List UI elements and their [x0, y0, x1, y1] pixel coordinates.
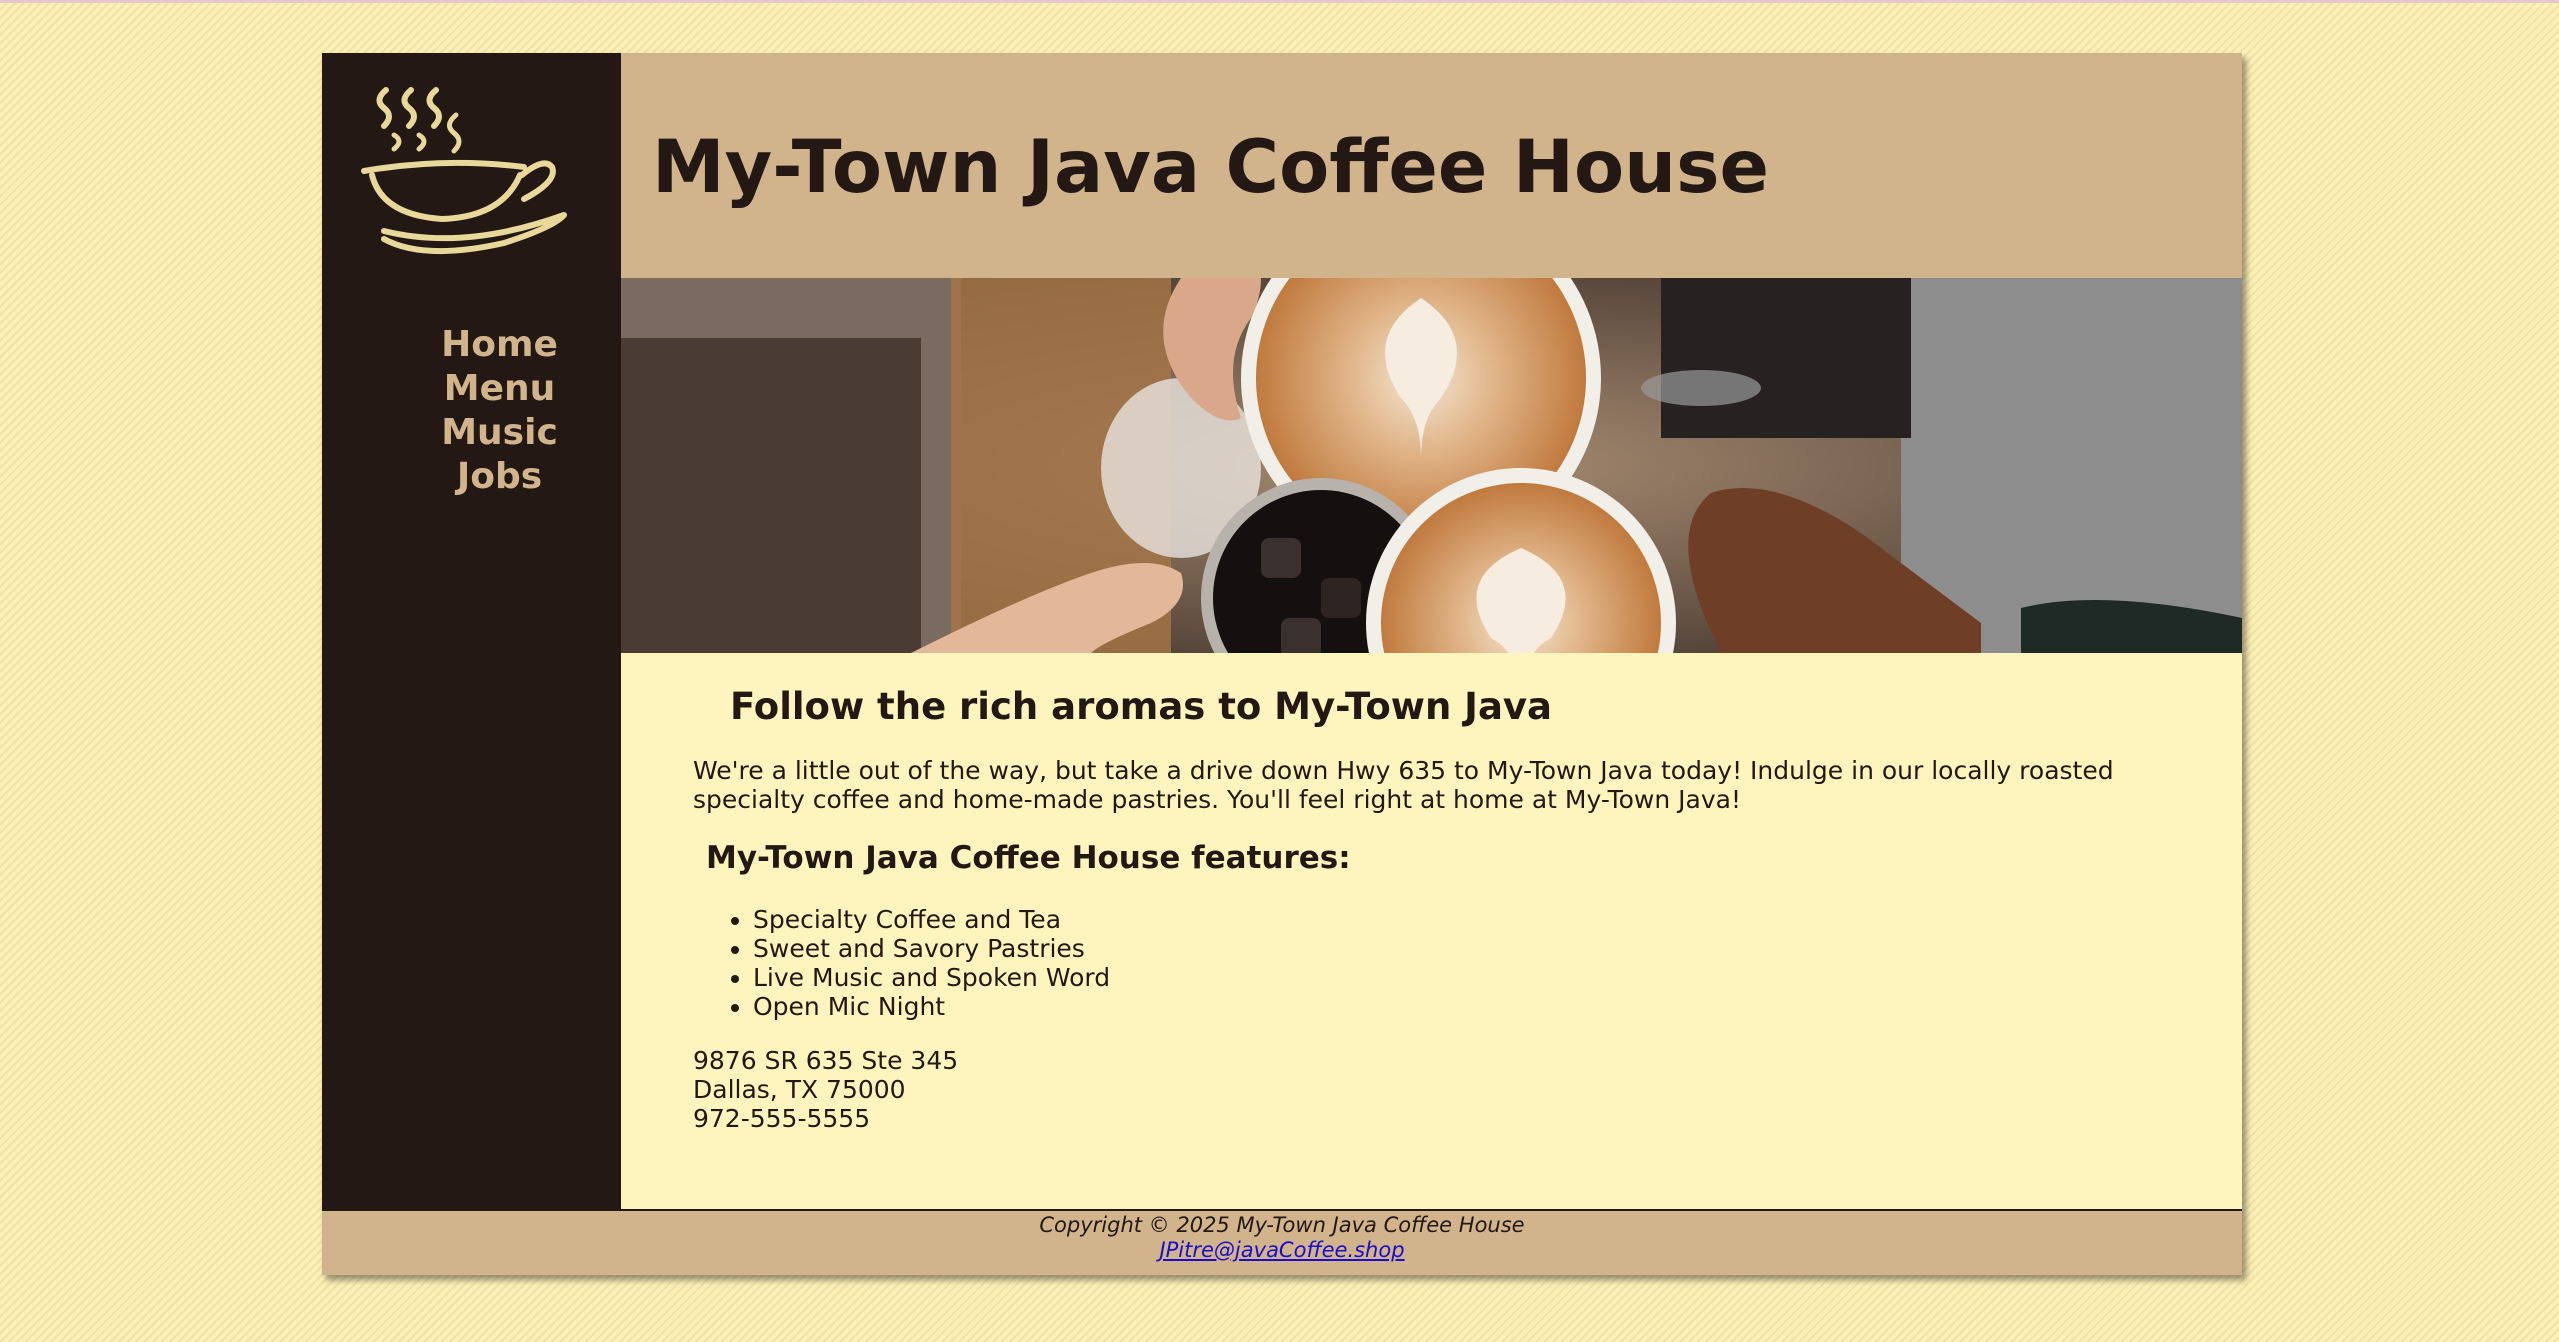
address-block: 9876 SR 635 Ste 345 Dallas, TX 75000 972…	[693, 1046, 958, 1133]
email-link[interactable]: JPitre@javaCoffee.shop	[1159, 1238, 1404, 1262]
features-heading: My-Town Java Coffee House features:	[706, 840, 1351, 876]
hero-image	[621, 278, 2242, 653]
address-street: 9876 SR 635 Ste 345	[693, 1046, 959, 1075]
list-item: Sweet and Savory Pastries	[753, 934, 1110, 963]
coffee-cup-logo-icon	[354, 71, 584, 261]
list-item: Specialty Coffee and Tea	[753, 905, 1110, 934]
main-content: Follow the rich aromas to My-Town Java W…	[621, 653, 2242, 1209]
page-wrapper: Home Menu Music Jobs My-Town Java Coffee…	[322, 53, 2242, 1275]
features-list: Specialty Coffee and Tea Sweet and Savor…	[693, 905, 1110, 1021]
site-footer: Copyright © 2025 My-Town Java Coffee Hou…	[322, 1209, 2242, 1275]
address-phone: 972-555-5555	[693, 1104, 871, 1133]
list-item: Live Music and Spoken Word	[753, 963, 1110, 992]
sidebar: Home Menu Music Jobs	[322, 53, 621, 1209]
main-heading: Follow the rich aromas to My-Town Java	[730, 685, 1553, 728]
list-item: Open Mic Night	[753, 992, 1110, 1021]
address-city: Dallas, TX 75000	[693, 1075, 906, 1104]
browser-top-edge	[0, 0, 2559, 3]
site-title: My-Town Java Coffee House	[652, 125, 1770, 210]
site-header: My-Town Java Coffee House	[621, 53, 2242, 278]
intro-paragraph: We're a little out of the way, but take …	[693, 756, 2114, 814]
copyright-text: Copyright © 2025 My-Town Java Coffee Hou…	[1039, 1213, 1525, 1237]
